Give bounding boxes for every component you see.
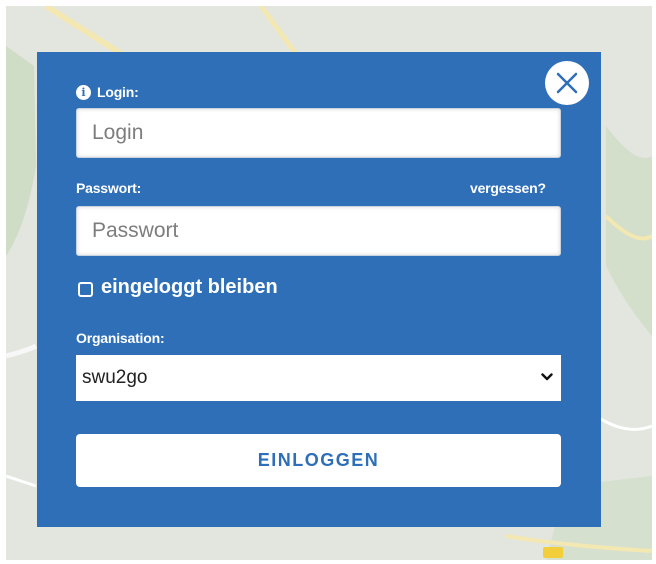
login-input[interactable] — [76, 108, 561, 158]
password-label: Passwort: — [76, 180, 142, 196]
password-input[interactable] — [76, 206, 561, 256]
remember-label[interactable]: eingeloggt bleiben — [101, 276, 278, 299]
close-button[interactable] — [545, 61, 589, 105]
chevron-down-icon — [541, 373, 553, 381]
remember-checkbox[interactable] — [78, 282, 93, 297]
login-label: Login: — [97, 84, 139, 100]
info-icon[interactable]: i — [76, 85, 91, 100]
close-icon — [556, 72, 578, 94]
organisation-select[interactable]: swu2go — [76, 355, 561, 401]
organisation-label: Organisation: — [76, 330, 165, 346]
login-submit-button[interactable]: EINLOGGEN — [76, 434, 561, 487]
forgot-password-link[interactable]: vergessen? — [470, 180, 546, 196]
organisation-selected-value: swu2go — [82, 367, 148, 388]
